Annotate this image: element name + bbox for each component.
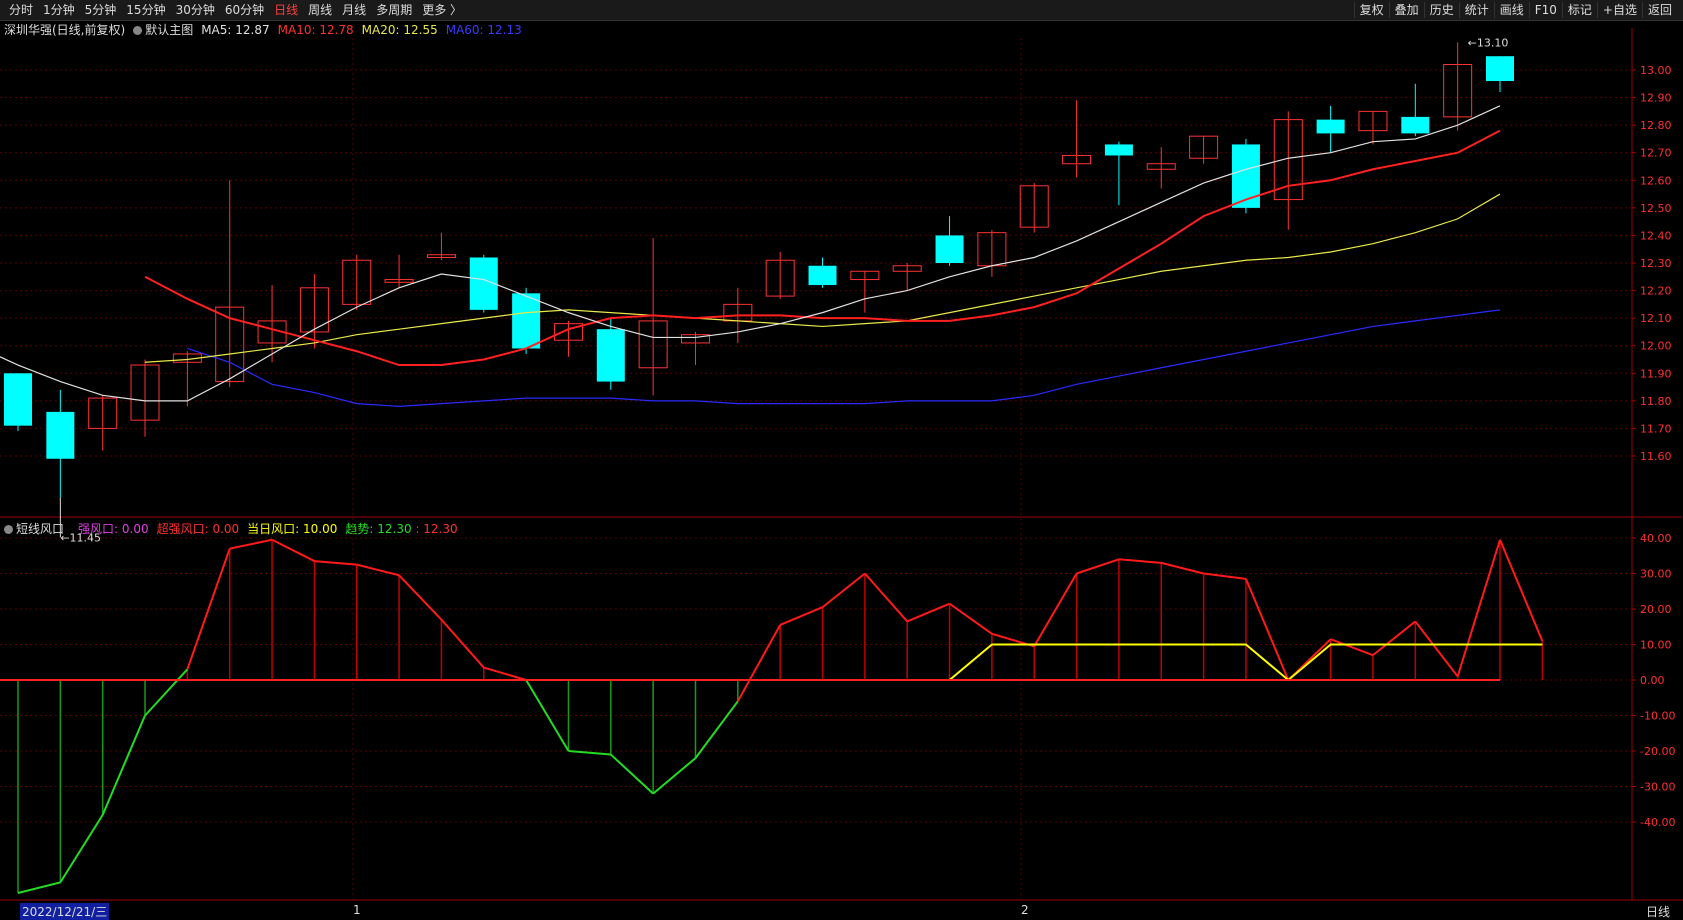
sub-tick-label: -20.00	[1640, 745, 1675, 758]
osc-segment	[694, 700, 739, 759]
osc-segment	[1033, 572, 1078, 647]
bottom-status: 2022/12/21/三 1 2 日线	[0, 902, 1683, 920]
osc-segment	[314, 560, 357, 566]
candle-body	[512, 293, 541, 349]
osc-segment	[17, 881, 61, 894]
main-tick-label: 12.60	[1640, 174, 1672, 187]
main-tick-label: 12.70	[1640, 147, 1672, 160]
osc-segment	[398, 574, 443, 621]
month-label-1: 1	[353, 903, 361, 917]
osc-segment	[821, 572, 866, 609]
osc-segment	[1118, 558, 1162, 564]
osc-segment	[610, 753, 654, 795]
osc-segment	[779, 606, 823, 626]
osc-segment	[1161, 561, 1204, 575]
osc-segment	[864, 572, 908, 623]
ma5-line	[0, 105, 1501, 402]
osc-segment	[59, 814, 104, 883]
osc-segment	[356, 563, 400, 577]
low-annotation: ←11.45	[60, 531, 101, 544]
osc-segment	[101, 715, 146, 816]
sub-tick-label: -10.00	[1640, 710, 1675, 723]
candle-body	[4, 373, 32, 426]
osc-segment	[568, 750, 611, 756]
osc-segment	[1245, 578, 1290, 681]
candle-body	[1316, 119, 1345, 134]
main-tick-label: 12.50	[1640, 202, 1672, 215]
candle-body	[808, 265, 837, 286]
main-tick-label: 12.80	[1640, 119, 1672, 132]
osc-segment	[440, 618, 485, 669]
sub-tick-label: 0.00	[1640, 674, 1665, 687]
main-tick-label: 11.90	[1640, 367, 1672, 380]
ma10-line	[144, 129, 1501, 367]
osc-segment	[1499, 539, 1544, 642]
main-tick-label: 13.00	[1640, 64, 1672, 77]
main-tick-label: 11.60	[1640, 450, 1672, 463]
candle-body	[46, 411, 75, 459]
osc-segment	[948, 602, 993, 635]
main-tick-label: 12.40	[1640, 229, 1672, 242]
osc-segment	[229, 538, 273, 550]
main-tick-label: 12.00	[1640, 340, 1672, 353]
candle-body	[1104, 144, 1133, 156]
main-tick-label: 12.90	[1640, 92, 1672, 105]
osc-segment	[144, 668, 189, 717]
osc-segment	[483, 666, 527, 681]
osc-segment	[271, 538, 315, 562]
sub-tick-label: 10.00	[1640, 639, 1672, 652]
osc-segment	[1330, 638, 1374, 657]
candle-body	[596, 329, 625, 382]
osc-segment	[1456, 539, 1501, 677]
osc-segment	[1414, 620, 1459, 678]
osc-segment	[1372, 620, 1416, 656]
month-label-2: 2	[1021, 903, 1029, 917]
candle-body	[935, 235, 964, 263]
sub-tick-label: -40.00	[1640, 816, 1675, 829]
ma60-line	[187, 309, 1501, 407]
osc-segment	[525, 679, 570, 752]
sub-tick-label: -30.00	[1640, 781, 1675, 794]
osc-segment	[186, 548, 231, 670]
period-label[interactable]: 日线	[1646, 903, 1670, 920]
sub-tick-label: 40.00	[1640, 532, 1672, 545]
main-tick-label: 11.70	[1640, 422, 1672, 435]
main-tick-label: 12.10	[1640, 312, 1672, 325]
osc-segment	[736, 624, 782, 702]
osc-segment	[1203, 572, 1247, 580]
candle-body	[1486, 56, 1514, 82]
kline-chart[interactable]: 11.60 11.70 11.80 11.90 12.00 12.10 12.20 12.30…	[0, 0, 1683, 918]
osc-segment	[906, 602, 950, 623]
candle-body	[1231, 144, 1260, 208]
main-tick-label: 12.30	[1640, 257, 1672, 270]
start-date-label: 2022/12/21/三	[20, 903, 110, 920]
main-tick-label: 11.80	[1640, 395, 1672, 408]
main-tick-label: 12.20	[1640, 285, 1672, 298]
sub-tick-label: 20.00	[1640, 603, 1672, 616]
high-annotation: ←13.10	[1468, 36, 1509, 49]
candle-body	[1401, 116, 1430, 134]
sub-tick-label: 30.00	[1640, 568, 1672, 581]
osc-segment	[1076, 558, 1120, 575]
osc-segment	[652, 757, 697, 795]
